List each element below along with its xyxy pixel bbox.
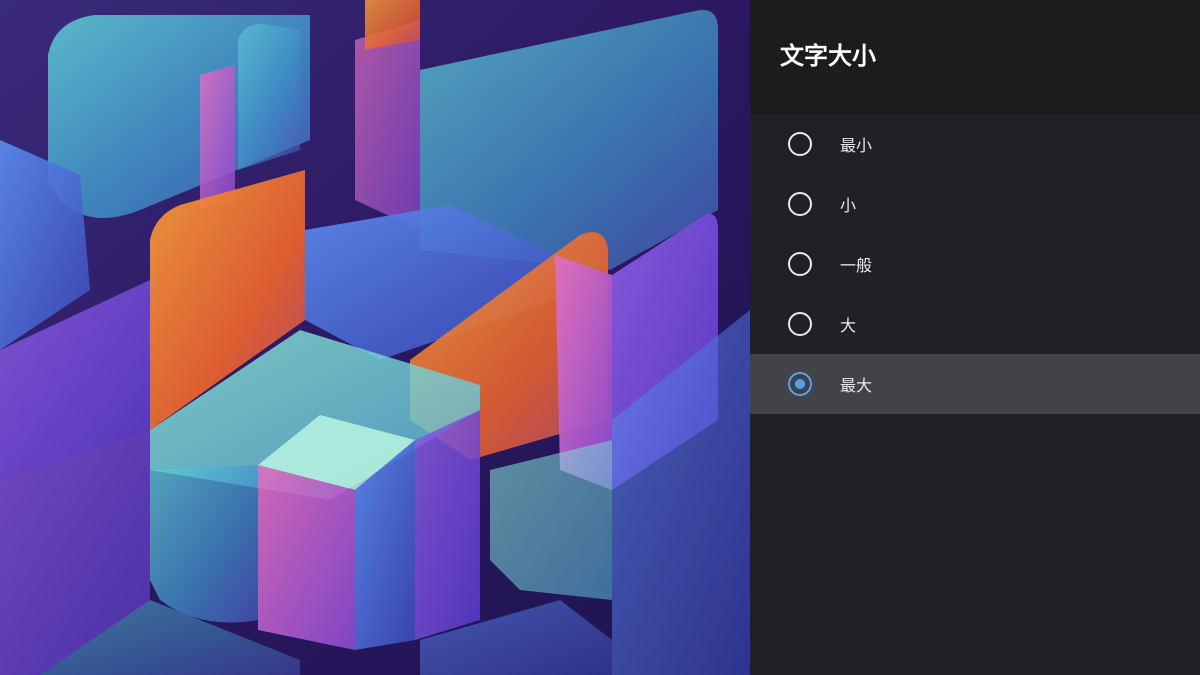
option-label: 最小 [840,136,873,155]
option-label: 最大 [840,376,873,395]
radio-dot-icon [795,379,805,389]
radio-button-icon[interactable] [788,132,812,156]
radio-button-icon[interactable] [788,252,812,276]
option-largest[interactable]: 最大 [750,354,1200,414]
text-size-options: 最小 小 一般 大 最大 [750,114,1200,414]
tv-screen: 文字大小 最小 小 一般 大 最大 [0,0,1200,675]
panel-title: 文字大小 [780,42,876,70]
wallpaper-art [0,0,750,675]
abstract-wallpaper [0,0,750,675]
option-label: 大 [840,316,857,335]
option-normal[interactable]: 一般 [750,234,1200,294]
panel-header: 文字大小 [750,0,1200,114]
option-label: 一般 [840,256,873,275]
option-smallest[interactable]: 最小 [750,114,1200,174]
option-label: 小 [840,196,857,215]
radio-button-icon[interactable] [788,372,812,396]
option-small[interactable]: 小 [750,174,1200,234]
text-size-panel: 文字大小 最小 小 一般 大 最大 [750,0,1200,675]
radio-button-icon[interactable] [788,312,812,336]
radio-button-icon[interactable] [788,192,812,216]
option-large[interactable]: 大 [750,294,1200,354]
